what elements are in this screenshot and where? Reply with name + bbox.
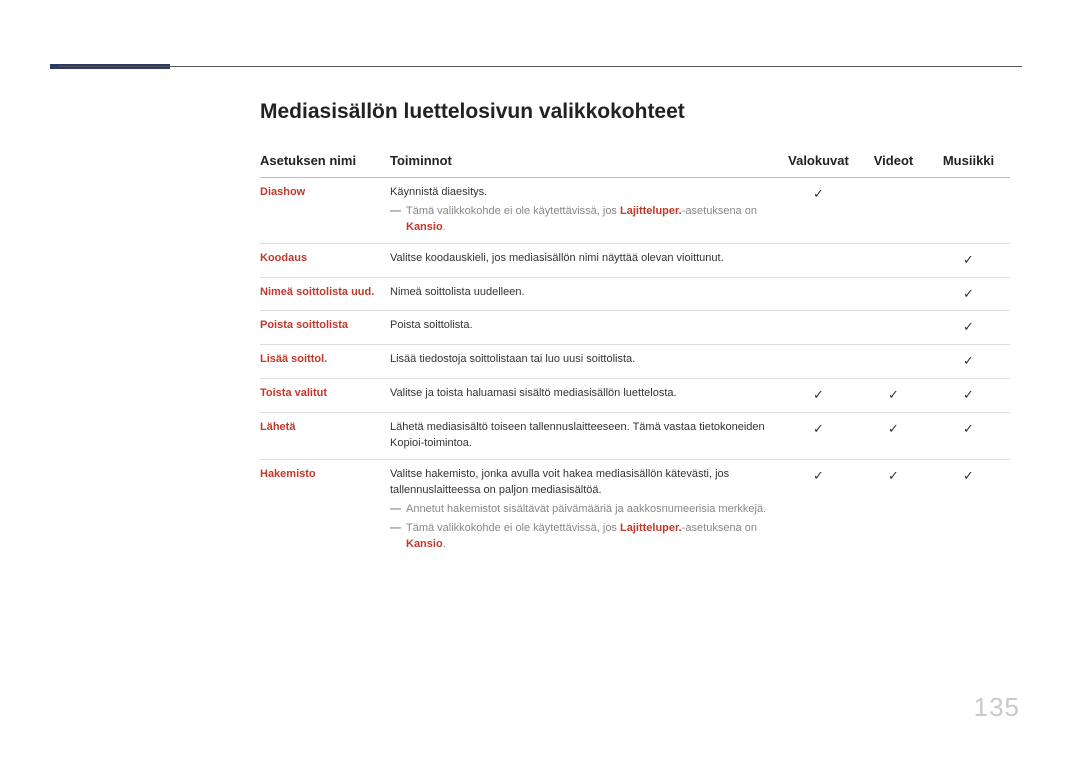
setting-desc: Lähetä mediasisältö toiseen tallennuslai…	[390, 412, 785, 459]
check-videos: ✓	[860, 412, 935, 459]
table-row: Lisää soittol. Lisää tiedostoja soittoli…	[260, 345, 1010, 379]
setting-name: Nimeä soittolista uud.	[260, 277, 390, 311]
table-row: Hakemisto Valitse hakemisto, jonka avull…	[260, 459, 1010, 559]
check-videos	[860, 177, 935, 243]
setting-name: Lisää soittol.	[260, 345, 390, 379]
note-text: .	[443, 538, 446, 550]
check-videos	[860, 243, 935, 277]
document-page: Mediasisällön luettelosivun valikkokohte…	[0, 0, 1080, 763]
table-row: Koodaus Valitse koodauskieli, jos medias…	[260, 243, 1010, 277]
table-row: Toista valitut Valitse ja toista haluama…	[260, 379, 1010, 413]
check-music: ✓	[935, 412, 1010, 459]
check-photos	[785, 311, 860, 345]
setting-name: Toista valitut	[260, 379, 390, 413]
content-area: Mediasisällön luettelosivun valikkokohte…	[260, 100, 1010, 559]
setting-name: Hakemisto	[260, 459, 390, 559]
header-func: Toiminnot	[390, 146, 785, 177]
page-number: 135	[974, 692, 1020, 723]
check-music: ✓	[935, 311, 1010, 345]
note-text: .	[443, 221, 446, 233]
check-videos	[860, 345, 935, 379]
note-keyword: Lajitteluper.	[620, 522, 682, 534]
check-photos: ✓	[785, 412, 860, 459]
check-photos	[785, 243, 860, 277]
setting-desc: Lisää tiedostoja soittolistaan tai luo u…	[390, 345, 785, 379]
note-text: -asetuksena on	[682, 522, 757, 534]
header-videos: Videot	[860, 146, 935, 177]
setting-name: Diashow	[260, 177, 390, 243]
check-videos: ✓	[860, 379, 935, 413]
setting-desc: Poista soittolista.	[390, 311, 785, 345]
table-row: Poista soittolista Poista soittolista. ✓	[260, 311, 1010, 345]
note-text: -asetuksena on	[682, 205, 757, 217]
check-music: ✓	[935, 243, 1010, 277]
check-photos: ✓	[785, 459, 860, 559]
setting-desc-cell: Valitse hakemisto, jonka avulla voit hak…	[390, 459, 785, 559]
check-music: ✓	[935, 459, 1010, 559]
note-text: Tämä valikkokohde ei ole käytettävissä, …	[406, 205, 620, 217]
top-rule	[58, 66, 1022, 67]
settings-table: Asetuksen nimi Toiminnot Valokuvat Video…	[260, 146, 1010, 559]
check-videos: ✓	[860, 459, 935, 559]
check-photos	[785, 277, 860, 311]
table-header-row: Asetuksen nimi Toiminnot Valokuvat Video…	[260, 146, 1010, 177]
check-music: ✓	[935, 277, 1010, 311]
page-title: Mediasisällön luettelosivun valikkokohte…	[260, 100, 1010, 124]
table-row: Nimeä soittolista uud. Nimeä soittolista…	[260, 277, 1010, 311]
setting-note: Tämä valikkokohde ei ole käytettävissä, …	[390, 204, 777, 236]
check-photos: ✓	[785, 177, 860, 243]
setting-desc: Nimeä soittolista uudelleen.	[390, 277, 785, 311]
note-keyword: Lajitteluper.	[620, 205, 682, 217]
check-music	[935, 177, 1010, 243]
check-videos	[860, 311, 935, 345]
setting-note: Annetut hakemistot sisältävät päivämääri…	[390, 502, 777, 518]
setting-name: Lähetä	[260, 412, 390, 459]
setting-note: Tämä valikkokohde ei ole käytettävissä, …	[390, 521, 777, 553]
header-photos: Valokuvat	[785, 146, 860, 177]
setting-desc: Valitse ja toista haluamasi sisältö medi…	[390, 379, 785, 413]
setting-name: Koodaus	[260, 243, 390, 277]
check-videos	[860, 277, 935, 311]
setting-desc: Valitse koodauskieli, jos mediasisällön …	[390, 243, 785, 277]
check-photos: ✓	[785, 379, 860, 413]
table-row: Diashow Käynnistä diaesitys. Tämä valikk…	[260, 177, 1010, 243]
note-keyword: Kansio	[406, 221, 443, 233]
setting-desc: Käynnistä diaesitys.	[390, 185, 777, 201]
check-music: ✓	[935, 345, 1010, 379]
check-music: ✓	[935, 379, 1010, 413]
note-keyword: Kansio	[406, 538, 443, 550]
header-name: Asetuksen nimi	[260, 146, 390, 177]
note-text: Tämä valikkokohde ei ole käytettävissä, …	[406, 522, 620, 534]
check-photos	[785, 345, 860, 379]
setting-desc: Valitse hakemisto, jonka avulla voit hak…	[390, 467, 777, 499]
setting-desc-cell: Käynnistä diaesitys. Tämä valikkokohde e…	[390, 177, 785, 243]
header-music: Musiikki	[935, 146, 1010, 177]
table-row: Lähetä Lähetä mediasisältö toiseen talle…	[260, 412, 1010, 459]
setting-name: Poista soittolista	[260, 311, 390, 345]
